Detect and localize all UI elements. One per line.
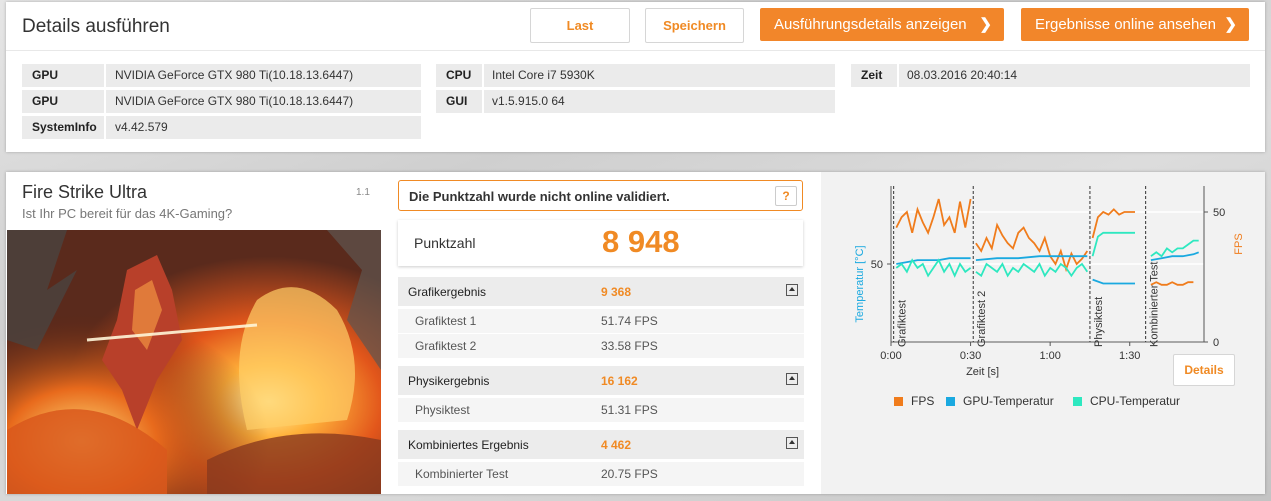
- test-subtitle: Ist Ihr PC bereit für das 4K-Gaming?: [22, 206, 233, 221]
- info-row-systeminfo: SystemInfo v4.42.579: [22, 116, 421, 139]
- score-value: 8 948: [602, 224, 680, 259]
- result-value: 16 162: [601, 374, 638, 388]
- legend-gpu-temp-swatch: [946, 397, 955, 406]
- x-tick-label: 1:00: [1039, 350, 1060, 362]
- legend-fps-label: FPS: [911, 394, 935, 408]
- legend-fps-swatch: [894, 397, 903, 406]
- info-separator: [897, 64, 899, 87]
- x-tick-label: 0:30: [960, 350, 981, 362]
- section-label: Grafiktest: [897, 300, 909, 347]
- info-row-cpu: CPU Intel Core i7 5930K: [436, 64, 835, 87]
- graphics-score-row: Grafikergebnis 9 368: [398, 277, 804, 306]
- help-button[interactable]: ?: [775, 186, 797, 206]
- info-key: GPU: [32, 68, 59, 82]
- subtest-value: 51.31 FPS: [601, 403, 658, 417]
- result-value: 9 368: [601, 285, 632, 299]
- subtest-label: Physiktest: [415, 403, 470, 417]
- subtest-label: Grafiktest 2: [415, 339, 477, 353]
- y-left-tick-label: 50: [871, 259, 883, 271]
- subtest-row: Physiktest 51.31 FPS: [398, 398, 804, 422]
- info-value: NVIDIA GeForce GTX 980 Ti(10.18.13.6447): [115, 94, 354, 108]
- section-label: Physiktest: [1093, 297, 1105, 347]
- x-axis-label: Zeit [s]: [966, 366, 999, 378]
- info-key: GPU: [32, 94, 59, 108]
- collapse-toggle-icon[interactable]: [786, 437, 798, 449]
- info-value: 08.03.2016 20:40:14: [907, 68, 1018, 82]
- details-button[interactable]: Details: [1173, 354, 1235, 386]
- info-value: NVIDIA GeForce GTX 980 Ti(10.18.13.6447): [115, 68, 354, 82]
- hero-artwork: [7, 230, 381, 494]
- validation-warning-text: Die Punktzahl wurde nicht online validie…: [409, 189, 670, 204]
- legend-cpu-temp-swatch: [1073, 397, 1082, 406]
- score-box: Punktzahl 8 948: [398, 220, 803, 266]
- subtest-label: Kombinierter Test: [415, 467, 509, 481]
- fire-strike-hero-image: [7, 230, 381, 494]
- y-right-tick-label: 0: [1213, 337, 1219, 349]
- info-row-time: Zeit 08.03.2016 20:40:14: [851, 64, 1250, 87]
- info-value: v4.42.579: [115, 120, 168, 134]
- result-label: Grafikergebnis: [408, 285, 487, 299]
- show-run-details-label: Ausführungsdetails anzeigen: [774, 16, 967, 33]
- subtest-label: Grafiktest 1: [415, 314, 477, 328]
- page-title: Details ausführen: [22, 16, 170, 37]
- score-label: Punktzahl: [414, 235, 476, 251]
- y-right-axis-label: FPS: [1233, 233, 1245, 254]
- subtest-value: 20.75 FPS: [601, 467, 658, 481]
- legend-cpu-temp: CPU-Temperatur: [1073, 394, 1180, 408]
- section-label: Kombinierter Test: [1149, 262, 1161, 347]
- info-separator: [104, 90, 106, 113]
- x-tick-label: 1:30: [1119, 350, 1140, 362]
- info-value: v1.5.915.0 64: [492, 94, 565, 108]
- section-label: Grafiktest 2: [976, 291, 988, 347]
- save-button[interactable]: Speichern: [645, 8, 744, 43]
- info-separator: [482, 64, 484, 87]
- subtest-row: Kombinierter Test 20.75 FPS: [398, 462, 804, 486]
- chevron-right-icon: ❯: [1224, 16, 1237, 33]
- test-result-panel: Fire Strike Ultra Ist Ihr PC bereit für …: [6, 172, 1265, 494]
- collapse-toggle-icon[interactable]: [786, 284, 798, 296]
- legend-cpu-temp-label: CPU-Temperatur: [1090, 394, 1181, 408]
- combined-score-row: Kombiniertes Ergebnis 4 462: [398, 430, 804, 459]
- info-value: Intel Core i7 5930K: [492, 68, 595, 82]
- validation-warning: Die Punktzahl wurde nicht online validie…: [398, 180, 803, 211]
- view-results-online-label: Ergebnisse online ansehen: [1035, 16, 1216, 33]
- collapse-toggle-icon[interactable]: [786, 373, 798, 385]
- info-separator: [104, 64, 106, 87]
- view-results-online-button[interactable]: Ergebnisse online ansehen ❯: [1021, 8, 1249, 41]
- test-version: 1.1: [356, 187, 370, 198]
- y-left-axis-label: Temperatur [°C]: [854, 245, 866, 322]
- info-row-gpu-2: GPU NVIDIA GeForce GTX 980 Ti(10.18.13.6…: [22, 90, 421, 113]
- subtest-row: Grafiktest 1 51.74 FPS: [398, 309, 804, 333]
- test-title: Fire Strike Ultra: [22, 182, 148, 202]
- subtest-value: 33.58 FPS: [601, 339, 658, 353]
- result-label: Physikergebnis: [408, 374, 490, 388]
- show-run-details-button[interactable]: Ausführungsdetails anzeigen ❯: [760, 8, 1004, 41]
- legend-gpu-temp: GPU-Temperatur: [946, 394, 1054, 408]
- info-separator: [482, 90, 484, 113]
- subtest-value: 51.74 FPS: [601, 314, 658, 328]
- subtest-row: Grafiktest 2 33.58 FPS: [398, 334, 804, 358]
- y-right-tick-label: 50: [1213, 207, 1225, 219]
- result-value: 4 462: [601, 438, 632, 452]
- physics-score-row: Physikergebnis 16 162: [398, 366, 804, 395]
- info-row-gui: GUI v1.5.915.0 64: [436, 90, 835, 113]
- monitoring-chart-area: Grafiktest Grafiktest 2 Physiktest Kombinie…: [821, 172, 1265, 494]
- run-details-panel: Details ausführen Last Speichern Ausführ…: [6, 2, 1265, 152]
- legend-fps: FPS: [894, 394, 934, 408]
- header-divider: [6, 50, 1265, 51]
- info-row-gpu-1: GPU NVIDIA GeForce GTX 980 Ti(10.18.13.6…: [22, 64, 421, 87]
- last-button[interactable]: Last: [530, 8, 630, 43]
- legend-gpu-temp-label: GPU-Temperatur: [963, 394, 1054, 408]
- info-key: SystemInfo: [32, 120, 97, 134]
- result-label: Kombiniertes Ergebnis: [408, 438, 529, 452]
- x-tick-label: 0:00: [880, 350, 901, 362]
- chevron-right-icon: ❯: [979, 16, 992, 33]
- info-separator: [104, 116, 106, 139]
